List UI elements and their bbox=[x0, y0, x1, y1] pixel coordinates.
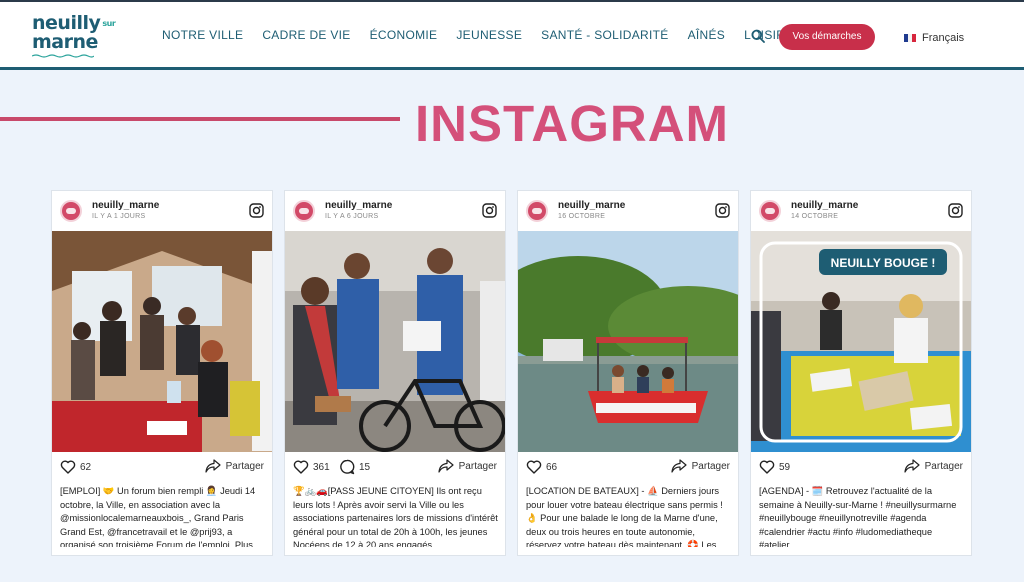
heart-icon[interactable] bbox=[293, 459, 309, 475]
post-image[interactable] bbox=[52, 231, 272, 452]
share-button[interactable]: Partager bbox=[438, 459, 497, 473]
share-button[interactable]: Partager bbox=[205, 459, 264, 473]
nav-notre-ville[interactable]: NOTRE VILLE bbox=[162, 28, 243, 42]
post-caption: 🏆🚲🚗[PASS JEUNE CITOYEN] Ils ont reçu leu… bbox=[293, 486, 498, 547]
heart-icon[interactable] bbox=[60, 459, 76, 475]
post-image[interactable] bbox=[518, 231, 738, 452]
avatar[interactable] bbox=[293, 200, 315, 222]
share-icon bbox=[438, 459, 454, 473]
comments-count: 15 bbox=[359, 462, 371, 473]
share-button[interactable]: Partager bbox=[671, 459, 730, 473]
language-selector[interactable]: Français bbox=[904, 32, 964, 44]
french-flag-icon bbox=[904, 34, 916, 42]
post-header: neuilly_marne IL Y A 6 JOURS bbox=[285, 191, 505, 231]
post-header: neuilly_marne 16 OCTOBRE bbox=[518, 191, 738, 231]
share-button[interactable]: Partager bbox=[904, 459, 963, 473]
instagram-icon[interactable] bbox=[715, 203, 730, 218]
post-actions: 59 Partager bbox=[751, 459, 971, 477]
post-caption: [AGENDA] - 🗓️ Retrouvez l'actualité de l… bbox=[759, 486, 957, 547]
site-header: neuilly sur marne NOTRE VILLE CADRE DE VI… bbox=[0, 2, 1024, 70]
avatar[interactable] bbox=[759, 200, 781, 222]
avatar[interactable] bbox=[526, 200, 548, 222]
nav-jeunesse[interactable]: JEUNESSE bbox=[456, 28, 522, 42]
share-label: Partager bbox=[691, 460, 730, 472]
main-nav: NOTRE VILLE CADRE DE VIE ÉCONOMIE JEUNES… bbox=[162, 28, 813, 42]
heart-icon[interactable] bbox=[759, 459, 775, 475]
instagram-post-card[interactable]: neuilly_marne 16 OCTOBRE 66 Partager [LO… bbox=[517, 190, 739, 556]
instagram-icon[interactable] bbox=[249, 203, 264, 218]
post-date: IL Y A 6 JOURS bbox=[325, 213, 379, 220]
post-actions: 66 Partager bbox=[518, 459, 738, 477]
post-date: IL Y A 1 JOURS bbox=[92, 213, 146, 220]
share-label: Partager bbox=[924, 460, 963, 472]
site-logo[interactable]: neuilly sur marne bbox=[32, 14, 116, 60]
instagram-icon[interactable] bbox=[948, 203, 963, 218]
post-image[interactable] bbox=[285, 231, 505, 452]
post-username[interactable]: neuilly_marne bbox=[791, 200, 858, 211]
heart-icon[interactable] bbox=[526, 459, 542, 475]
image-overlay-text: NEUILLY BOUGE ! bbox=[831, 256, 936, 270]
post-caption: [EMPLOI] 🤝 Un forum bien rempli 👩‍💼 Jeud… bbox=[60, 486, 256, 547]
post-actions: 62 Partager bbox=[52, 459, 272, 477]
title-decoration-line bbox=[0, 117, 400, 121]
nav-aines[interactable]: AÎNÉS bbox=[688, 28, 726, 42]
post-header: neuilly_marne IL Y A 1 JOURS bbox=[52, 191, 272, 231]
instagram-post-card[interactable]: neuilly_marne IL Y A 1 JOURS 62 Partager… bbox=[51, 190, 273, 556]
search-icon[interactable] bbox=[751, 29, 765, 43]
section-title: INSTAGRAM bbox=[415, 95, 730, 152]
nav-sante-solidarite[interactable]: SANTÉ - SOLIDARITÉ bbox=[541, 28, 668, 42]
nav-economie[interactable]: ÉCONOMIE bbox=[370, 28, 438, 42]
instagram-post-card[interactable]: neuilly_marne IL Y A 6 JOURS 361 15 Part… bbox=[284, 190, 506, 556]
likes-count: 59 bbox=[779, 462, 791, 473]
share-icon bbox=[904, 459, 920, 473]
post-username[interactable]: neuilly_marne bbox=[325, 200, 392, 211]
post-date: 16 OCTOBRE bbox=[558, 213, 606, 220]
post-username[interactable]: neuilly_marne bbox=[92, 200, 159, 211]
post-username[interactable]: neuilly_marne bbox=[558, 200, 625, 211]
share-label: Partager bbox=[458, 460, 497, 472]
post-image[interactable]: NEUILLY BOUGE ! bbox=[751, 231, 971, 452]
logo-line-2: marne bbox=[32, 31, 98, 53]
share-icon bbox=[205, 459, 221, 473]
post-actions: 361 15 Partager bbox=[285, 459, 505, 477]
likes-count: 66 bbox=[546, 462, 558, 473]
language-label: Français bbox=[922, 32, 965, 44]
nav-cadre-de-vie[interactable]: CADRE DE VIE bbox=[262, 28, 350, 42]
likes-count: 62 bbox=[80, 462, 92, 473]
instagram-post-card[interactable]: neuilly_marne 14 OCTOBRE NEUILLY BOUGE ! bbox=[750, 190, 972, 556]
share-icon bbox=[671, 459, 687, 473]
comment-icon[interactable] bbox=[339, 459, 355, 475]
post-caption: [LOCATION DE BATEAUX] - ⛵ Derniers jours… bbox=[526, 486, 723, 547]
share-label: Partager bbox=[225, 460, 264, 472]
avatar[interactable] bbox=[60, 200, 82, 222]
instagram-icon[interactable] bbox=[482, 203, 497, 218]
likes-count: 361 bbox=[313, 462, 330, 473]
post-header: neuilly_marne 14 OCTOBRE bbox=[751, 191, 971, 231]
logo-waves-icon bbox=[32, 54, 94, 58]
vos-demarches-button[interactable]: Vos démarches bbox=[779, 24, 875, 50]
post-date: 14 OCTOBRE bbox=[791, 213, 839, 220]
